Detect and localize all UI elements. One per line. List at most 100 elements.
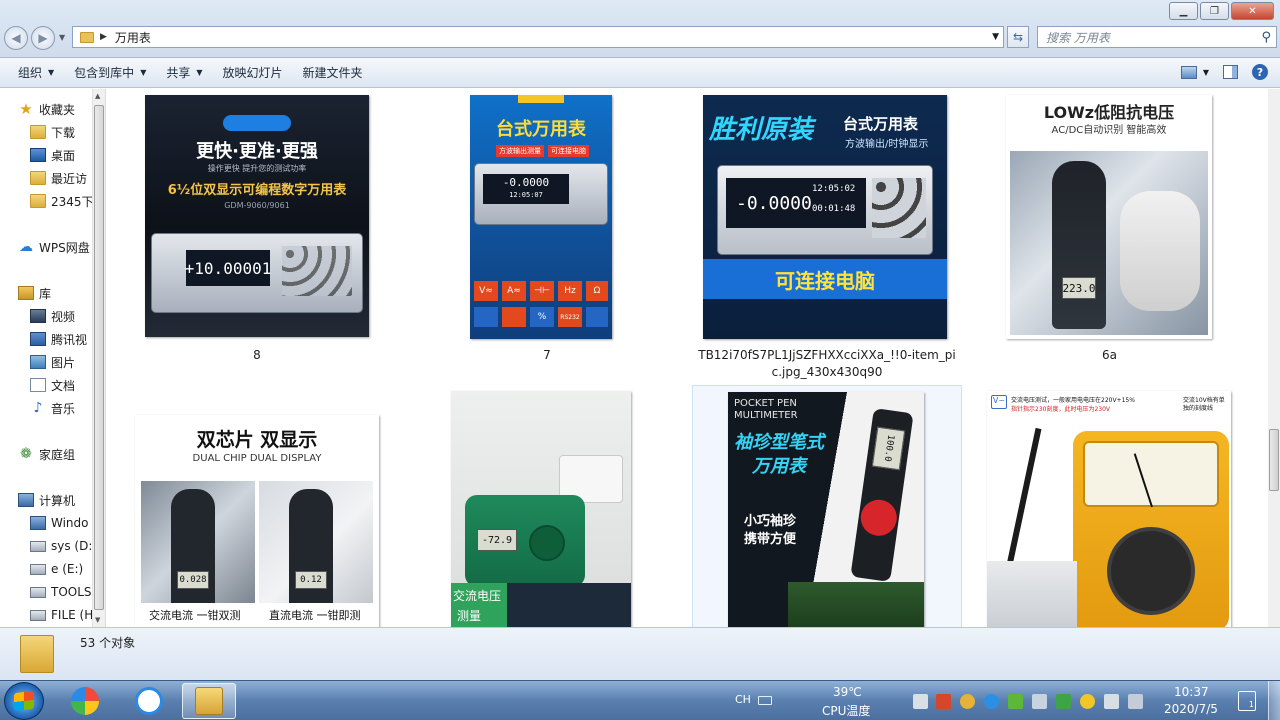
file-item[interactable]: 双芯片 双显示 DUAL CHIP DUAL DISPLAY 0.028 0.1…: [127, 409, 387, 627]
scroll-up-icon[interactable]: ▲: [95, 92, 100, 100]
function-tile: Ω: [586, 281, 608, 301]
file-item[interactable]: LOWz低阻抗电压 AC/DC自动识别 智能高效 223.0 6a: [987, 89, 1232, 369]
file-item[interactable]: 胜利原装 台式万用表 方波输出/时钟显示 -0.0000 12:05:02 00…: [692, 89, 962, 384]
new-folder-button[interactable]: 新建文件夹: [293, 58, 373, 88]
sidebar-item-label: 文档: [51, 378, 76, 393]
tray-app-icon[interactable]: [913, 694, 928, 709]
tray-pen-icon[interactable]: [1104, 694, 1119, 709]
forward-button[interactable]: ▶: [31, 26, 55, 50]
change-view-button[interactable]: ▼: [1180, 65, 1209, 79]
thumbnail-text: 台式万用表: [843, 115, 919, 133]
share-menu[interactable]: 共享 ▼: [156, 58, 212, 88]
include-in-library-menu[interactable]: 包含到库中 ▼: [64, 58, 156, 88]
sidebar-item-drive-file[interactable]: FILE (H: [30, 605, 93, 625]
sidebar-item-homegroup[interactable]: ❁ 家庭组: [18, 444, 75, 464]
taskbar-app-explorer[interactable]: [182, 683, 236, 719]
address-bar[interactable]: ▶ 万用表 ▼: [72, 26, 1004, 48]
sidebar-item-wps[interactable]: ☁ WPS网盘: [18, 237, 90, 257]
refresh-button[interactable]: ⇆: [1007, 26, 1029, 48]
sidebar-item-recent[interactable]: 最近访: [30, 168, 87, 188]
tray-nvidia-icon[interactable]: [1008, 694, 1023, 709]
dial-graphic: [858, 497, 900, 539]
nav-scrollbar[interactable]: ▲ ▼: [92, 89, 105, 627]
sidebar-item-drive-e[interactable]: e (E:): [30, 559, 83, 579]
sidebar-item-libraries[interactable]: 库: [18, 283, 51, 303]
clock-date[interactable]: 2020/7/5: [1164, 702, 1218, 716]
taskbar-app-browser[interactable]: [58, 683, 112, 719]
scrollbar-thumb[interactable]: [94, 105, 104, 610]
sidebar-item-favorites[interactable]: ★ 收藏夹: [18, 99, 75, 119]
sidebar-item-downloads[interactable]: 下载: [30, 122, 75, 142]
maximize-button[interactable]: ❐: [1200, 2, 1229, 20]
sidebar-item-documents[interactable]: 文档: [30, 375, 75, 395]
scroll-down-icon[interactable]: ▼: [95, 616, 100, 624]
content-scrollbar[interactable]: [1268, 89, 1280, 627]
file-item[interactable]: 更快·更准·更强 操作更快 提升您的测试功率 6½位双显示可编程数字万用表 GD…: [137, 89, 377, 369]
network-icon[interactable]: [1128, 694, 1143, 709]
sidebar-item-tencent[interactable]: 腾讯视: [30, 329, 87, 349]
show-desktop-button[interactable]: [1268, 681, 1280, 720]
file-name[interactable]: 7: [427, 347, 667, 364]
file-item[interactable]: -72.9 交流电压 测量: [437, 385, 657, 627]
close-button[interactable]: ✕: [1231, 2, 1274, 20]
sidebar-item-label: 家庭组: [39, 447, 76, 462]
sidebar-item-2345[interactable]: 2345下: [30, 191, 94, 211]
analog-multimeter-graphic: [1073, 431, 1229, 627]
thumbnail-text: 万用表: [752, 456, 806, 477]
search-icon[interactable]: ⚲: [1261, 30, 1271, 45]
file-item[interactable]: 台式万用表 方波输出测量 可连接电脑 -0.0000 12:05:07 V≈ A…: [427, 89, 667, 369]
search-box[interactable]: 搜索 万用表 ⚲: [1037, 26, 1277, 48]
tray-app-icon[interactable]: [936, 694, 951, 709]
sidebar-item-label: WPS网盘: [39, 240, 90, 255]
breadcrumb-item[interactable]: 万用表: [115, 29, 151, 46]
search-input[interactable]: 搜索 万用表: [1046, 29, 1110, 46]
volume-icon[interactable]: [1032, 694, 1047, 709]
action-center-icon[interactable]: 1: [1238, 691, 1256, 711]
sidebar-item-desktop[interactable]: 桌面: [30, 145, 75, 165]
minimize-button[interactable]: ▁: [1169, 2, 1198, 20]
history-dropdown-icon[interactable]: ▼: [59, 33, 65, 42]
taskbar-app-cloud[interactable]: [122, 683, 176, 719]
sidebar-item-music[interactable]: ♪ 音乐: [30, 398, 75, 418]
sidebar-item-drive-tools[interactable]: TOOLS: [30, 582, 92, 602]
security-shield-icon[interactable]: [1056, 694, 1071, 709]
help-icon[interactable]: ?: [1252, 64, 1268, 80]
file-name[interactable]: 6a: [987, 347, 1232, 364]
file-item[interactable]: V~ 交流电压测试，一般家用电电压在220V+15% 指针指示230刻度，此时电…: [977, 385, 1242, 627]
keyboard-icon[interactable]: [758, 696, 772, 705]
function-tile: ⊣⊢: [530, 281, 554, 301]
chevron-down-icon: ▼: [48, 68, 55, 77]
clamp-meter-graphic: [171, 489, 215, 609]
drive-icon: [30, 540, 46, 552]
organize-menu[interactable]: 组织 ▼: [8, 58, 64, 88]
tray-user-icon[interactable]: [960, 694, 975, 709]
drive-icon: [30, 586, 46, 598]
tray-shield-icon[interactable]: [984, 694, 999, 709]
clock-time[interactable]: 10:37: [1174, 685, 1209, 699]
tray-add-icon[interactable]: [1080, 694, 1095, 709]
sidebar-item-drive-sys[interactable]: sys (D:: [30, 536, 92, 556]
input-method-indicator[interactable]: CH: [735, 693, 751, 706]
lcd-time: 12:05:02: [812, 184, 856, 194]
address-dropdown-icon[interactable]: ▼: [992, 32, 999, 42]
sidebar-item-computer[interactable]: 计算机: [18, 490, 75, 510]
breadcrumb-arrow-icon[interactable]: ▶: [100, 32, 107, 42]
scrollbar-thumb[interactable]: [1269, 429, 1279, 491]
lcd-reading: -0.0000: [736, 192, 812, 214]
back-button[interactable]: ◀: [4, 26, 28, 50]
file-name[interactable]: TB12i70fS7PL1JjSZFHXXcciXXa_!!0-item_pic…: [696, 347, 958, 381]
preview-pane-icon[interactable]: [1223, 65, 1238, 79]
file-name[interactable]: 8: [137, 347, 377, 364]
homegroup-icon: ❁: [20, 446, 32, 462]
thumbnail-text: 操作更快 提升您的测试功率: [207, 164, 307, 173]
sidebar-item-label: 腾讯视: [51, 332, 88, 347]
sidebar-item-pictures[interactable]: 图片: [30, 352, 75, 372]
sidebar-item-drive-windows[interactable]: Windo: [30, 513, 89, 533]
start-button[interactable]: [4, 682, 44, 720]
sidebar-item-label: 桌面: [51, 148, 76, 163]
thumbnail-text: 交流电流 一钳双测: [149, 609, 241, 622]
file-item-selected[interactable]: POCKET PEN MULTIMETER 袖珍型笔式 万用表 小巧袖珍 携带方…: [692, 385, 962, 627]
multimeter-graphic: -0.0000 12:05:02 00:01:48: [717, 165, 933, 255]
slideshow-button[interactable]: 放映幻灯片: [213, 58, 293, 88]
sidebar-item-videos[interactable]: 视频: [30, 306, 75, 326]
